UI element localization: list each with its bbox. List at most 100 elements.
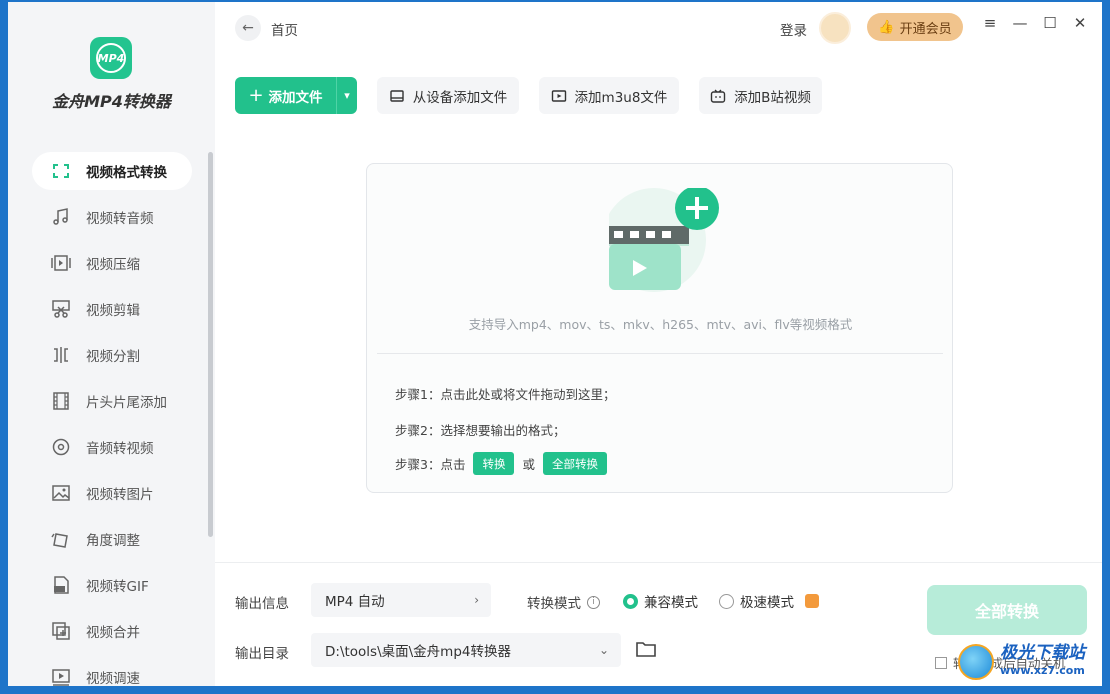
sidebar-item-intro-outro[interactable]: 片头片尾添加	[32, 382, 192, 420]
step-3-or: 或	[522, 457, 535, 472]
menu-icon[interactable]: ≡	[980, 14, 1000, 32]
add-bilibili-button[interactable]: 添加B站视频	[699, 77, 822, 114]
disc-icon	[50, 436, 72, 458]
mode-compatible-radio[interactable]: 兼容模式	[623, 591, 698, 611]
maximize-icon[interactable]: ☐	[1040, 14, 1060, 32]
globe-logo-icon	[958, 644, 994, 680]
app-window: MP4 金舟MP4转换器 视频格式转换 视频转音频 视频压缩 视频剪辑 视频分割…	[8, 2, 1102, 686]
film-strip-icon	[50, 390, 72, 412]
mode-fast-radio[interactable]: 极速模式	[719, 591, 794, 611]
sidebar-item-edit[interactable]: 视频剪辑	[32, 290, 192, 328]
step-1: 步骤1：点击此处或将文件拖动到这里；	[395, 387, 616, 402]
sidebar-item-split[interactable]: 视频分割	[32, 336, 192, 374]
sidebar-item-gif[interactable]: 视频转GIF	[32, 566, 192, 604]
vip-label: 开通会员	[899, 21, 952, 37]
sidebar-item-speed[interactable]: 视频调速	[32, 658, 192, 686]
chevron-down-icon[interactable]: ▾	[337, 89, 357, 102]
app-name: 金舟MP4转换器	[52, 92, 171, 111]
output-dir-value: D:\tools\桌面\金舟mp4转换器	[325, 644, 511, 660]
sidebar-item-label: 音频转视频	[86, 441, 154, 457]
add-file-label: 添加文件	[268, 89, 323, 106]
sidebar-item-video-to-image[interactable]: 视频转图片	[32, 474, 192, 512]
chevron-down-icon: ⌄	[598, 643, 609, 657]
step-3-prefix: 步骤3：点击	[395, 457, 466, 472]
sidebar-item-label: 视频剪辑	[86, 303, 140, 319]
convert-all-button[interactable]: 全部转换	[927, 585, 1087, 635]
file-drop-zone[interactable]: 支持导入mp4、mov、ts、mkv、h265、mtv、avi、flv等视频格式…	[366, 163, 953, 493]
output-info-label: 输出信息	[235, 596, 289, 612]
radio-unchecked-icon	[719, 593, 734, 609]
breadcrumb: 首页	[271, 23, 298, 39]
sidebar-nav: 视频格式转换 视频转音频 视频压缩 视频剪辑 视频分割 片头片尾添加 音频转视频…	[32, 152, 192, 686]
plus-icon: +	[248, 85, 264, 106]
rotate-icon	[50, 528, 72, 550]
output-format-select[interactable]: MP4 自动 ›	[311, 583, 491, 617]
watermark-sub: www.xz7.com	[1000, 664, 1085, 677]
add-from-device-label: 从设备添加文件	[412, 89, 508, 106]
split-icon	[50, 344, 72, 366]
merge-icon	[50, 620, 72, 642]
output-dir-label: 输出目录	[235, 646, 289, 662]
minimize-icon[interactable]: —	[1010, 14, 1030, 32]
vip-button[interactable]: 👍 开通会员	[867, 13, 963, 41]
add-m3u8-label: 添加m3u8文件	[574, 89, 668, 106]
arrow-left-icon: ←	[242, 20, 254, 36]
vip-badge-icon	[805, 594, 819, 608]
format-convert-icon	[50, 160, 72, 182]
sidebar-item-merge[interactable]: 视频合并	[32, 612, 192, 650]
sidebar-item-compress[interactable]: 视频压缩	[32, 244, 192, 282]
output-format-value: MP4 自动	[325, 594, 385, 610]
info-icon[interactable]: i	[587, 595, 600, 609]
sidebar-item-label: 视频转音频	[86, 211, 154, 227]
mode-compatible-label: 兼容模式	[644, 595, 698, 611]
avatar[interactable]	[819, 12, 851, 44]
add-from-device-button[interactable]: 从设备添加文件	[377, 77, 519, 114]
login-link[interactable]: 登录	[780, 19, 807, 39]
sidebar-item-label: 视频分割	[86, 349, 140, 365]
close-icon[interactable]: ✕	[1070, 14, 1090, 32]
image-icon	[50, 482, 72, 504]
sidebar-item-label: 视频压缩	[86, 257, 140, 273]
convert-chip: 转换	[473, 452, 515, 475]
thumb-up-icon: 👍	[878, 19, 895, 35]
sidebar-item-audio-to-video[interactable]: 音频转视频	[32, 428, 192, 466]
gif-icon	[50, 574, 72, 596]
step-2: 步骤2：选择想要输出的格式；	[395, 423, 566, 438]
divider	[377, 353, 943, 354]
sidebar-item-label: 视频调速	[86, 671, 140, 686]
sidebar-item-label: 视频合并	[86, 625, 140, 641]
sidebar-item-label: 视频转图片	[86, 487, 154, 503]
sidebar-item-label: 片头片尾添加	[86, 395, 167, 411]
folder-icon[interactable]	[635, 639, 657, 663]
chevron-right-icon: ›	[474, 593, 479, 607]
sidebar-item-rotate[interactable]: 角度调整	[32, 520, 192, 558]
play-box-icon	[551, 88, 567, 104]
compress-icon	[50, 252, 72, 274]
speed-icon	[50, 666, 72, 686]
logo-text: MP4	[96, 43, 126, 73]
add-file-button[interactable]: + 添加文件 ▾	[235, 77, 357, 114]
convert-mode-label: 转换模式 i	[527, 592, 600, 612]
sidebar-item-label: 视频转GIF	[86, 579, 149, 595]
add-m3u8-button[interactable]: 添加m3u8文件	[539, 77, 679, 114]
add-bilibili-label: 添加B站视频	[734, 89, 811, 106]
app-logo: MP4	[90, 37, 132, 79]
sidebar-scrollbar[interactable]	[208, 152, 213, 537]
radio-checked-icon	[623, 593, 638, 609]
scissors-icon	[50, 298, 72, 320]
watermark-main: 极光下载站	[1000, 643, 1085, 663]
step-3: 步骤3：点击 转换 或 全部转换	[395, 452, 615, 475]
mode-fast-label: 极速模式	[740, 595, 794, 611]
music-note-icon	[50, 206, 72, 228]
sidebar-item-video-to-audio[interactable]: 视频转音频	[32, 198, 192, 236]
checkbox-icon	[935, 656, 947, 669]
output-dir-select[interactable]: D:\tools\桌面\金舟mp4转换器 ⌄	[311, 633, 621, 667]
back-button[interactable]: ←	[235, 15, 261, 41]
convert-mode-text: 转换模式	[527, 596, 581, 612]
sidebar-item-label: 视频格式转换	[86, 165, 167, 181]
sidebar-item-label: 角度调整	[86, 533, 140, 549]
convert-all-chip: 全部转换	[542, 452, 607, 475]
bottom-divider	[215, 562, 1102, 563]
supported-formats-text: 支持导入mp4、mov、ts、mkv、h265、mtv、avi、flv等视频格式	[468, 317, 853, 332]
sidebar-item-format-convert[interactable]: 视频格式转换	[32, 152, 192, 190]
